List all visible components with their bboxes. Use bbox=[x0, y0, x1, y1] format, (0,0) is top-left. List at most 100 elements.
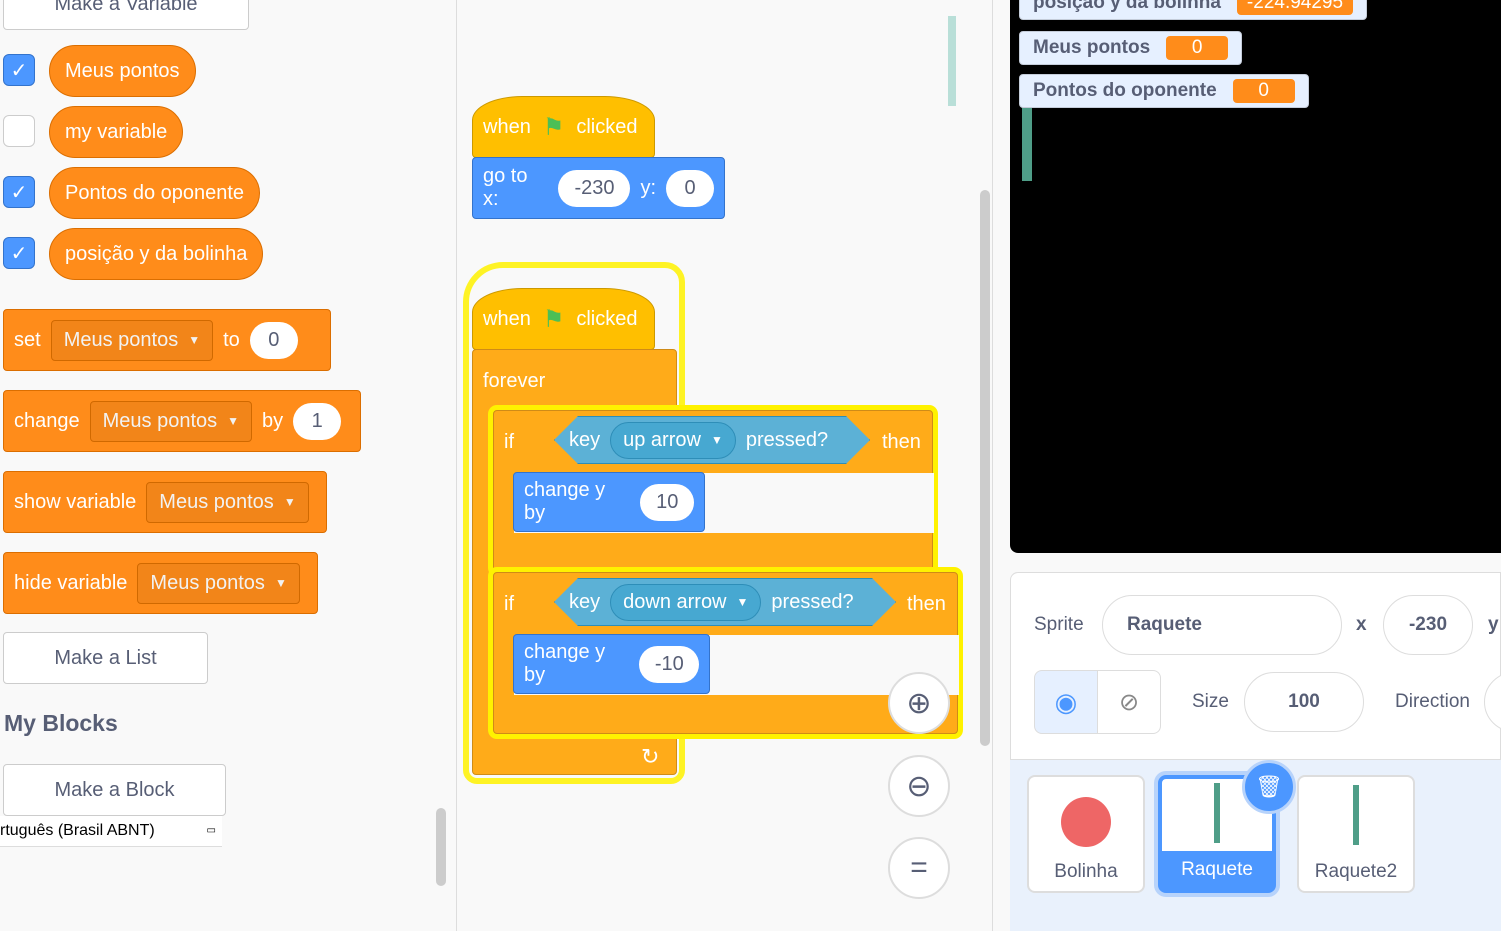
green-flag-icon: ⚑ bbox=[542, 305, 565, 333]
hide-variable-block[interactable]: hide variable Meus pontos ▼ bbox=[3, 552, 318, 614]
value-input[interactable]: -10 bbox=[638, 645, 699, 683]
y-input[interactable]: 0 bbox=[666, 169, 714, 207]
variable-meus-pontos[interactable]: Meus pontos bbox=[49, 45, 196, 97]
my-blocks-heading: My Blocks bbox=[4, 710, 118, 736]
when-flag-clicked-block[interactable]: when ⚑ clicked bbox=[472, 96, 655, 158]
variable-label: Meus pontos bbox=[65, 59, 180, 82]
dropdown-value: Meus pontos bbox=[159, 490, 274, 513]
block-label: go to x: bbox=[483, 165, 528, 210]
loop-arrow-icon: ↻ bbox=[641, 744, 660, 769]
make-variable-label: Make a Variable bbox=[54, 0, 198, 15]
block-label: then bbox=[882, 431, 921, 453]
show-sprite-button[interactable]: ◉ bbox=[1034, 670, 1098, 734]
make-list-label: Make a List bbox=[54, 646, 157, 669]
zoom-reset-button[interactable]: = bbox=[888, 837, 950, 899]
value-input[interactable]: 1 bbox=[293, 402, 342, 440]
direction-label: Direction bbox=[1395, 691, 1470, 712]
x-input[interactable]: -230 bbox=[1383, 595, 1473, 655]
block-label: clicked bbox=[576, 307, 638, 330]
dropdown-arrow-icon: ▼ bbox=[736, 595, 749, 609]
sprite-name: Bolinha bbox=[1054, 861, 1118, 882]
block-label: then bbox=[907, 593, 946, 615]
check-icon: ✓ bbox=[10, 181, 28, 204]
variable-dropdown[interactable]: Meus pontos ▼ bbox=[89, 400, 253, 442]
set-variable-block[interactable]: set Meus pontos ▼ to 0 bbox=[3, 309, 331, 371]
block-label: change y by bbox=[524, 479, 606, 524]
make-block-button[interactable]: Make a Block bbox=[3, 764, 226, 816]
check-icon: ✓ bbox=[10, 59, 28, 82]
monitor-label: Meus pontos bbox=[1033, 37, 1151, 58]
paddle-thumbnail bbox=[1214, 783, 1220, 843]
variable-my-variable[interactable]: my variable bbox=[49, 106, 184, 158]
key-pressed-block[interactable]: key up arrow ▼ pressed? bbox=[554, 416, 870, 464]
monitor-meus-pontos: Meus pontos 0 bbox=[1019, 31, 1243, 65]
dropdown-arrow-icon: ▼ bbox=[227, 414, 240, 428]
zoom-in-button[interactable]: ⊕ bbox=[888, 672, 950, 734]
key-dropdown[interactable]: up arrow ▼ bbox=[610, 422, 736, 459]
workspace-scrollbar-horizontal-marker bbox=[948, 16, 956, 106]
variable-label: my variable bbox=[65, 120, 168, 143]
make-variable-button[interactable]: Make a Variable bbox=[3, 0, 249, 30]
sprite-name-input[interactable]: Raquete bbox=[1102, 595, 1342, 655]
sprite-thumb-bolinha[interactable]: Bolinha bbox=[1027, 775, 1145, 893]
block-label: show variable bbox=[14, 490, 137, 513]
delete-sprite-button[interactable]: 🗑 bbox=[1242, 760, 1296, 814]
variable-dropdown[interactable]: Meus pontos ▼ bbox=[137, 562, 300, 604]
block-label: y: bbox=[640, 176, 656, 199]
block-label: hide variable bbox=[14, 571, 128, 594]
make-list-button[interactable]: Make a List bbox=[3, 632, 208, 684]
show-variable-block[interactable]: show variable Meus pontos ▼ bbox=[3, 471, 327, 533]
eye-icon: ◉ bbox=[1054, 686, 1078, 717]
checkbox-meus-pontos[interactable]: ✓ bbox=[3, 54, 35, 86]
block-label: pressed? bbox=[771, 590, 854, 613]
block-label: pressed? bbox=[745, 428, 829, 451]
block-label: if bbox=[504, 431, 514, 453]
language-tooltip: rtuguês (Brasil ABNT) ▭ bbox=[0, 816, 222, 847]
sprite-name-value: Raquete bbox=[1127, 614, 1202, 635]
y-label: y bbox=[1488, 614, 1499, 635]
block-label: to bbox=[223, 328, 240, 351]
checkbox-my-variable[interactable] bbox=[3, 115, 35, 147]
block-label: by bbox=[262, 409, 284, 432]
zoom-out-button[interactable]: ⊖ bbox=[888, 755, 950, 817]
palette-scrollbar[interactable] bbox=[436, 808, 446, 886]
block-label: key bbox=[569, 590, 601, 613]
variable-dropdown[interactable]: Meus pontos ▼ bbox=[50, 319, 214, 361]
checkbox-posicao-y[interactable]: ✓ bbox=[3, 237, 35, 269]
checkbox-pontos-do-oponente[interactable]: ✓ bbox=[3, 176, 35, 208]
monitor-posicao-y: posição y da bolinha -224.94295 bbox=[1019, 0, 1368, 20]
sprite-thumb-raquete2[interactable]: Raquete2 bbox=[1297, 775, 1415, 893]
when-flag-clicked-block[interactable]: when ⚑ clicked bbox=[472, 288, 655, 350]
trash-icon: 🗑 bbox=[1255, 774, 1283, 799]
dropdown-value: Meus pontos bbox=[102, 409, 218, 432]
size-label: Size bbox=[1192, 691, 1229, 712]
x-label: x bbox=[1356, 614, 1367, 635]
variable-pontos-do-oponente[interactable]: Pontos do oponente bbox=[49, 167, 261, 219]
dropdown-value: down arrow bbox=[623, 590, 727, 613]
variable-dropdown[interactable]: Meus pontos ▼ bbox=[146, 481, 309, 523]
key-dropdown[interactable]: down arrow ▼ bbox=[610, 584, 761, 621]
keyboard-icon: ▭ bbox=[206, 825, 216, 836]
go-to-xy-block[interactable]: go to x: -230 y: 0 bbox=[472, 157, 725, 219]
key-pressed-block[interactable]: key down arrow ▼ pressed? bbox=[554, 578, 896, 626]
change-y-block[interactable]: change y by -10 bbox=[513, 634, 710, 694]
block-label: change bbox=[14, 409, 80, 432]
monitor-value: -224.94295 bbox=[1236, 0, 1354, 15]
check-icon: ✓ bbox=[10, 242, 28, 265]
variable-posicao-y[interactable]: posição y da bolinha bbox=[49, 228, 264, 280]
variable-label: Pontos do oponente bbox=[65, 181, 245, 204]
monitor-value: 0 bbox=[1166, 36, 1229, 60]
value-input[interactable]: 0 bbox=[249, 321, 298, 359]
x-input[interactable]: -230 bbox=[558, 169, 631, 207]
block-label: when bbox=[483, 307, 531, 330]
x-value: -230 bbox=[1408, 614, 1448, 635]
monitor-label: Pontos do oponente bbox=[1033, 80, 1217, 101]
zoom-in-icon: ⊕ bbox=[906, 686, 932, 720]
hide-sprite-button[interactable]: ⊘ bbox=[1097, 670, 1161, 734]
value-input[interactable]: 10 bbox=[640, 483, 694, 521]
workspace-scrollbar[interactable] bbox=[980, 190, 990, 746]
change-variable-block[interactable]: change Meus pontos ▼ by 1 bbox=[3, 390, 361, 452]
change-y-block[interactable]: change y by 10 bbox=[513, 472, 705, 532]
size-input[interactable]: 100 bbox=[1244, 672, 1364, 732]
paddle-sprite bbox=[1022, 100, 1032, 181]
